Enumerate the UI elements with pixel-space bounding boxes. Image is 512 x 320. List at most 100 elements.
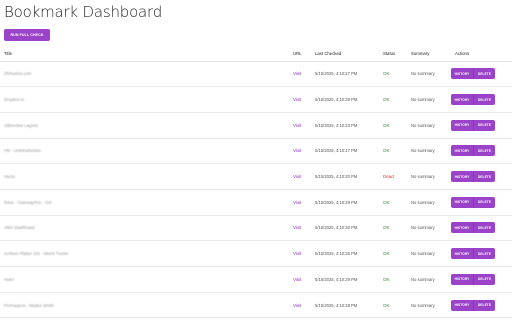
cell-last-checked: 5/15/2025, 4:10:29 PM (311, 189, 379, 216)
status-text: OK (383, 276, 390, 282)
table-row: Zhihuidoo.com Visit 5/15/2025, 4:10:27 P… (0, 61, 512, 88)
cell-title: Arnhem Platter 101 - Wurst Trieste (0, 240, 289, 267)
visit-link[interactable]: Visit (293, 174, 301, 179)
table-row: Hecto Visit 5/15/2025, 4:10:20 PM Dead N… (0, 163, 512, 190)
cell-title: Hecto (0, 163, 289, 190)
summary-text: No summary (411, 225, 435, 231)
cell-actions: HISTORY DELETE (451, 163, 512, 190)
delete-button[interactable]: DELETE (473, 145, 495, 157)
summary-text: No summary (411, 71, 435, 77)
table-row: Alibreview Lagoon Visit 5/15/2025, 4:10:… (0, 112, 512, 139)
table-row: Dropbox.io Visit 5/15/2025, 4:10:28 PM O… (0, 86, 512, 113)
row-actions: HISTORY DELETE (451, 119, 495, 131)
history-button[interactable]: HISTORY (451, 145, 473, 157)
bookmark-title: Arnhem Platter 101 - Wurst Trieste (4, 251, 69, 257)
row-actions: HISTORY DELETE (451, 196, 495, 208)
delete-button[interactable]: DELETE (473, 248, 495, 260)
cell-status: OK (379, 86, 407, 113)
column-header-title: Title (0, 47, 289, 62)
bookmark-title: Alkin Dashboard (4, 225, 35, 231)
cell-last-checked: 5/15/2025, 4:10:28 PM (311, 292, 379, 319)
row-actions: HISTORY DELETE (451, 94, 495, 106)
delete-button[interactable]: DELETE (473, 299, 495, 311)
row-actions: HISTORY DELETE (451, 171, 495, 183)
delete-button[interactable]: DELETE (473, 171, 495, 183)
cell-url: Visit (289, 215, 311, 242)
delete-button[interactable]: DELETE (473, 94, 495, 106)
history-button[interactable]: HISTORY (451, 299, 473, 311)
visit-link[interactable]: Visit (293, 200, 301, 205)
column-header-last-checked: Last Checked (311, 47, 379, 62)
cell-summary: No summary (407, 138, 451, 165)
cell-last-checked: 5/15/2025, 4:10:28 PM (311, 86, 379, 113)
cell-status: OK (379, 266, 407, 293)
cell-actions: HISTORY DELETE (451, 189, 512, 216)
run-full-check-button[interactable]: RUN FULL CHECK (4, 29, 50, 41)
cell-url: Visit (289, 240, 311, 267)
cell-actions: HISTORY DELETE (451, 138, 512, 165)
visit-link[interactable]: Visit (293, 251, 301, 256)
cell-last-checked: 5/15/2025, 4:10:30 PM (311, 215, 379, 242)
last-checked-text: 5/15/2025, 4:10:28 PM (315, 302, 358, 308)
bookmark-title: Rans - Gateway/Kin - Oct (4, 199, 52, 205)
delete-button[interactable]: DELETE (473, 222, 495, 234)
page-title: Bookmark Dashboard (4, 3, 163, 21)
last-checked-text: 5/15/2025, 4:10:25 PM (315, 251, 358, 257)
cell-summary: No summary (407, 86, 451, 113)
table-row: HN - Unintroduction Visit 5/15/2025, 4:1… (0, 138, 512, 165)
history-button[interactable]: HISTORY (451, 119, 473, 131)
visit-link[interactable]: Visit (293, 97, 301, 102)
cell-actions: HISTORY DELETE (451, 215, 512, 242)
last-checked-text: 5/15/2025, 4:10:20 PM (315, 174, 358, 180)
summary-text: No summary (411, 199, 435, 205)
visit-link[interactable]: Visit (293, 123, 301, 128)
bookmark-title: HN - Unintroduction (4, 148, 41, 154)
last-checked-text: 5/15/2025, 4:10:17 PM (315, 148, 358, 154)
history-button[interactable]: HISTORY (451, 222, 473, 234)
summary-text: No summary (411, 122, 435, 128)
status-text: OK (383, 122, 390, 128)
table-row: Arnhem Platter 101 - Wurst Trieste Visit… (0, 240, 512, 267)
visit-link[interactable]: Visit (293, 148, 301, 153)
status-text: OK (383, 225, 390, 231)
delete-button[interactable]: DELETE (473, 119, 495, 131)
cell-title: Alkin Dashboard (0, 215, 289, 242)
row-actions: HISTORY DELETE (451, 248, 495, 260)
cell-status: OK (379, 112, 407, 139)
visit-link[interactable]: Visit (293, 225, 301, 230)
table-header-row: Title URL Last Checked Status Summary Ac… (0, 47, 512, 62)
summary-text: No summary (411, 302, 435, 308)
cell-last-checked: 5/15/2025, 4:10:17 PM (311, 138, 379, 165)
history-button[interactable]: HISTORY (451, 196, 473, 208)
cell-summary: No summary (407, 61, 451, 88)
summary-text: No summary (411, 174, 435, 180)
cell-status: OK (379, 61, 407, 88)
visit-link[interactable]: Visit (293, 303, 301, 308)
history-button[interactable]: HISTORY (451, 171, 473, 183)
delete-button[interactable]: DELETE (473, 68, 495, 80)
last-checked-text: 5/15/2025, 4:10:29 PM (315, 199, 358, 205)
history-button[interactable]: HISTORY (451, 68, 473, 80)
cell-summary: No summary (407, 240, 451, 267)
visit-link[interactable]: Visit (293, 277, 301, 282)
cell-url: Visit (289, 266, 311, 293)
visit-link[interactable]: Visit (293, 71, 301, 76)
cell-url: Visit (289, 292, 311, 319)
history-button[interactable]: HISTORY (451, 248, 473, 260)
column-header-url: URL (289, 47, 311, 62)
history-button[interactable]: HISTORY (451, 94, 473, 106)
table-row: Hulel Visit 5/15/2025, 4:10:29 PM OK No … (0, 266, 512, 293)
column-header-actions: Actions (451, 47, 512, 62)
status-text: OK (383, 148, 390, 154)
history-button[interactable]: HISTORY (451, 273, 473, 285)
bookmarks-table: Title URL Last Checked Status Summary Ac… (0, 47, 512, 319)
row-actions: HISTORY DELETE (451, 145, 495, 157)
last-checked-text: 5/15/2025, 4:10:23 PM (315, 122, 358, 128)
table-row: Permaqous - Maden Smith Visit 5/15/2025,… (0, 292, 512, 319)
cell-summary: No summary (407, 292, 451, 319)
delete-button[interactable]: DELETE (473, 273, 495, 285)
cell-actions: HISTORY DELETE (451, 86, 512, 113)
row-actions: HISTORY DELETE (451, 68, 495, 80)
delete-button[interactable]: DELETE (473, 196, 495, 208)
bookmark-title: Dropbox.io (4, 97, 25, 103)
